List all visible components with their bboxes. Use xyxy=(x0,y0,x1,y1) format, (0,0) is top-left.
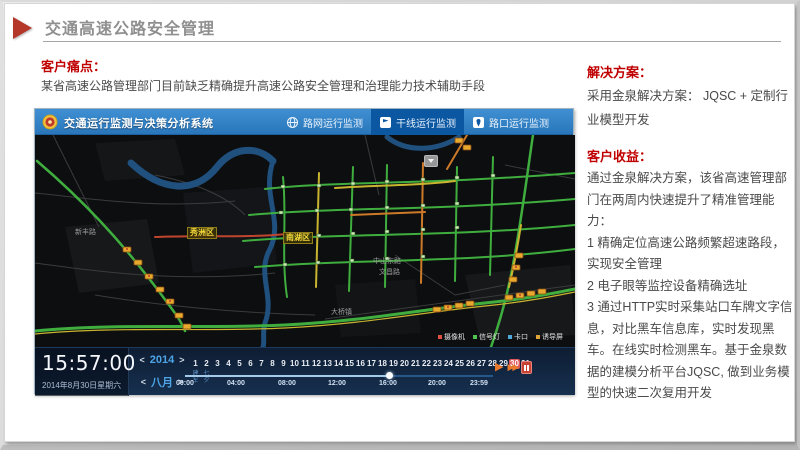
pain-heading: 客户痛点： xyxy=(41,56,106,75)
map-label: 文昌路 xyxy=(379,267,400,277)
tab-intersection-monitor[interactable]: 路口运行监测 xyxy=(464,109,557,135)
app-title: 交通运行监测与决策分析系统 xyxy=(64,115,214,131)
solution-body: 采用金泉解决方案： JQSC + 定制行业模型开发 xyxy=(587,84,791,133)
month-prev-button[interactable]: < xyxy=(141,377,146,387)
pain-body: 某省高速公路管理部门目前缺乏精确提升高速公路安全管理和治理能力技术辅助手段 xyxy=(41,76,561,97)
map-label: 大桥镇 xyxy=(331,307,352,317)
year-selector: < 2014 > xyxy=(133,354,191,366)
legend-item: 卡口 xyxy=(508,332,528,342)
stop-button[interactable] xyxy=(521,361,532,374)
map-legend: 摄像机信号灯卡口诱导屏 xyxy=(438,332,563,342)
fast-forward-button[interactable]: ▶▶ xyxy=(507,362,517,373)
tab-road-network-monitor[interactable]: 路网运行监测 xyxy=(278,109,371,135)
legend-dot-icon xyxy=(508,335,512,339)
timeline-bar: 15:57:00 2014年8月30日星期六 < 2014 > < 八月 > 1… xyxy=(35,347,575,395)
monitoring-app-window: 交通运行监测与决策分析系统 路网运行监测 干线运行监测 xyxy=(34,108,574,394)
page-title: 交通高速公路安全管理 xyxy=(45,15,215,39)
month-value: 八月 xyxy=(151,374,173,390)
app-header: 交通运行监测与决策分析系统 路网运行监测 干线运行监测 xyxy=(35,109,573,135)
timeline-tick-label: 23:59 xyxy=(470,380,488,387)
map-label: 南湖区 xyxy=(283,232,313,244)
legend-item: 信号灯 xyxy=(473,332,500,342)
solution-heading: 解决方案： xyxy=(587,62,652,81)
legend-dot-icon xyxy=(473,335,477,339)
timeline-tick-label: 20:00 xyxy=(428,380,446,387)
timeline-tick-label: 16:00 xyxy=(379,380,397,387)
tab-label: 路口运行监测 xyxy=(489,115,549,130)
route-flag-icon xyxy=(379,116,392,129)
legend-item: 摄像机 xyxy=(438,332,465,342)
legend-dot-icon xyxy=(438,335,442,339)
map-label: 中山东路 xyxy=(373,256,401,266)
benefit-body: 通过金泉解决方案，该省高速管理部门在两周内快速提升了精准管理能力： 1 精确定位… xyxy=(587,168,793,405)
traffic-map[interactable]: 秀洲区南湖区中山东路文昌路大桥镇新丰路 干线决策 干线筛选 xyxy=(35,135,575,347)
map-label: 秀洲区 xyxy=(187,227,217,239)
legend-item: 诱导屏 xyxy=(536,332,563,342)
tab-label: 干线运行监测 xyxy=(396,115,456,130)
map-pin-icon xyxy=(472,116,485,129)
slide: 交通高速公路安全管理 客户痛点： 某省高速公路管理部门目前缺乏精确提升高速公路安… xyxy=(4,3,795,442)
clock-time: 15:57:00 xyxy=(42,351,136,375)
globe-icon xyxy=(286,116,299,129)
benefit-heading: 客户收益： xyxy=(587,146,652,165)
clock-date: 2014年8月30日星期六 xyxy=(42,380,121,391)
title-arrow-icon xyxy=(13,17,32,39)
year-prev-button[interactable]: < xyxy=(139,355,144,365)
legend-dot-icon xyxy=(536,335,540,339)
year-value: 2014 xyxy=(150,354,174,366)
play-button[interactable]: ▶ xyxy=(495,362,503,373)
timeline-tick-label: 12:00 xyxy=(328,380,346,387)
clock-panel: 15:57:00 2014年8月30日星期六 xyxy=(35,348,129,396)
timeline-tick-label: 00:00 xyxy=(176,380,194,387)
timeline-tick-label: 08:00 xyxy=(278,380,296,387)
title-divider xyxy=(43,41,781,42)
tab-trunk-line-monitor[interactable]: 干线运行监测 xyxy=(371,109,464,135)
map-dropdown-button[interactable] xyxy=(424,155,438,167)
year-next-button[interactable]: > xyxy=(179,355,184,365)
chevron-down-icon xyxy=(428,159,434,163)
map-label: 新丰路 xyxy=(75,227,96,237)
tab-label: 路网运行监测 xyxy=(303,115,363,130)
playback-controls: ▶ ▶▶ xyxy=(495,361,532,374)
timeline-progress xyxy=(185,375,390,377)
police-badge-icon xyxy=(42,114,58,130)
timeline-slider-handle[interactable] xyxy=(386,372,393,379)
app-tabs: 路网运行监测 干线运行监测 路口运行监测 xyxy=(278,109,557,135)
timeline-tick-label: 04:00 xyxy=(227,380,245,387)
